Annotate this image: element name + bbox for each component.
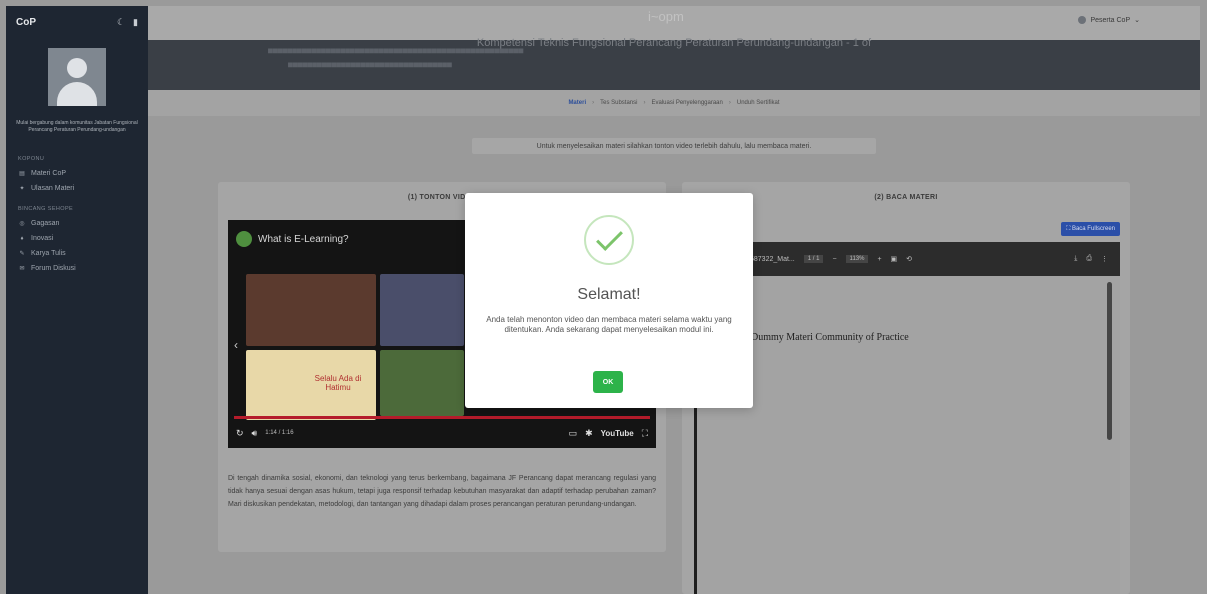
pdf-page: Dummy Materi Community of Practice — [694, 276, 1120, 594]
dialog-title: Selamat! — [577, 286, 641, 303]
module-banner: Kompetensi Teknis Fungsional Perancang P… — [148, 37, 1200, 90]
volume-icon[interactable]: 🔊︎ — [252, 428, 258, 439]
avatar — [48, 48, 106, 106]
replay-icon[interactable]: ↻ — [236, 428, 244, 439]
youtube-logo[interactable]: YouTube — [601, 429, 634, 438]
breadcrumb: Materi › Tes Substansi › Evaluasi Penyel… — [148, 90, 1200, 116]
chevron-down-icon: ⌄ — [1134, 17, 1140, 24]
rotate-icon[interactable]: ⟲ — [906, 255, 912, 263]
user-name: Peserta CoP — [1090, 16, 1131, 24]
sidebar: CoP ☾ ▮ Mulai bergabung dalam komunitas … — [6, 6, 148, 594]
chevron-right-icon: › — [643, 100, 646, 106]
channel-logo-icon — [236, 231, 252, 247]
download-icon[interactable]: ⤓ — [1074, 255, 1077, 263]
pdf-zoom-level[interactable]: 113% — [845, 255, 869, 263]
step-evaluasi[interactable]: Evaluasi Penyelenggaraan — [651, 100, 722, 106]
sidebar-section-title: BINCANG SEHOPE — [18, 206, 74, 212]
dialog-message: Anda telah menonton video dan membaca ma… — [486, 315, 732, 334]
zoom-out-icon[interactable]: − — [832, 256, 836, 263]
sidebar-header: CoP ☾ ▮ — [6, 6, 148, 38]
sidebar-item-materi-cop[interactable]: ▤ Materi CoP — [6, 162, 148, 177]
success-dialog: Selamat! Anda telah menonton video dan m… — [465, 193, 753, 408]
pdf-toolbar: 587322_Mat... 1 / 1 − 113% + ▣ ⟲ ⤓ ⎙ ⋮ — [694, 242, 1120, 276]
star-icon: ✦ — [19, 186, 25, 192]
step-sertifikat[interactable]: Unduh Sertifikat — [737, 100, 780, 106]
bulb-icon: ◎ — [19, 221, 25, 227]
chevron-right-icon: › — [728, 100, 731, 106]
video-thumbnail[interactable] — [246, 274, 376, 346]
settings-icon[interactable]: ✱ — [585, 428, 593, 439]
sidebar-tools: ☾ ▮ — [117, 17, 138, 28]
banner-decoration: ■■■■■■■■■■■■■■■■■■■■■■■■■■■■■■■■■■ — [288, 60, 452, 69]
moon-icon[interactable]: ☾ — [117, 17, 125, 28]
fit-page-icon[interactable]: ▣ — [891, 255, 898, 263]
video-thumbnail[interactable] — [380, 350, 464, 416]
sidebar-item-gagasan[interactable]: ◎ Gagasan — [6, 212, 148, 227]
bookmark-icon[interactable]: ▮ — [133, 17, 138, 28]
fullscreen-label: Baca Fullscreen — [1071, 226, 1115, 232]
sidebar-item-label: Ulasan Materi — [31, 185, 75, 192]
sidebar-item-label: Gagasan — [31, 220, 60, 227]
video-progress-bar[interactable] — [234, 416, 650, 419]
captions-icon[interactable]: ▭ — [569, 428, 578, 439]
pdf-content: Dummy Materi Community of Practice — [751, 332, 909, 343]
info-alert: Untuk menyelesaikan materi silahkan tont… — [472, 138, 876, 154]
sidebar-item-label: Forum Diskusi — [31, 265, 76, 272]
user-menu[interactable]: Peserta CoP ⌄ — [1078, 16, 1140, 24]
pdf-filename: 587322_Mat... — [750, 255, 795, 263]
sidebar-item-inovasi[interactable]: ♦ Inovasi — [6, 227, 148, 242]
print-icon[interactable]: ⎙ — [1086, 255, 1092, 263]
sidebar-item-label: Inovasi — [31, 235, 54, 242]
rocket-icon: ♦ — [20, 235, 24, 242]
video-controls: ↻ 🔊︎ 1:14 / 1:16 ▭ ✱ YouTube ⛶ — [236, 426, 648, 440]
brand-logo[interactable]: CoP — [16, 17, 36, 28]
zoom-in-icon[interactable]: + — [877, 256, 881, 263]
video-title[interactable]: What is E-Learning? — [258, 234, 349, 245]
chevron-right-icon: › — [592, 100, 595, 106]
top-bar: i~opm Peserta CoP ⌄ — [148, 6, 1200, 40]
sidebar-caption: Mulai bergabung dalam komunitas Jabatan … — [16, 120, 138, 133]
sidebar-item-label: Materi CoP — [31, 170, 67, 177]
ok-button[interactable]: OK — [593, 371, 623, 393]
pdf-page-input[interactable]: 1 / 1 — [803, 255, 824, 263]
avatar-wrap — [6, 48, 148, 106]
pen-icon: ✎ — [19, 251, 25, 257]
more-options-icon[interactable]: ⋮ — [1101, 255, 1108, 263]
sidebar-item-label: Karya Tulis — [31, 250, 66, 257]
step-tes-substansi[interactable]: Tes Substansi — [600, 100, 637, 106]
banner-decoration: ■■■■■■■■■■■■■■■■■■■■■■■■■■■■■■■■■■■■■■■■… — [268, 46, 524, 55]
sidebar-item-ulasan-materi[interactable]: ✦ Ulasan Materi — [6, 177, 148, 192]
step-materi[interactable]: Materi — [568, 100, 586, 106]
fullscreen-icon[interactable]: ⛶ — [642, 428, 648, 439]
chevron-left-icon[interactable]: ‹ — [234, 338, 238, 352]
sidebar-section-title: KOPONU — [18, 156, 45, 162]
thumbnail-caption: Selalu Ada di Hatimu — [314, 374, 362, 392]
faded-title: i~opm — [648, 9, 684, 24]
pdf-scrollbar[interactable] — [1107, 282, 1112, 440]
sidebar-item-karya-tulis[interactable]: ✎ Karya Tulis — [6, 242, 148, 257]
video-thumbnail[interactable] — [380, 274, 464, 346]
video-thumbnail[interactable]: Selalu Ada di Hatimu — [246, 350, 376, 420]
checkmark-icon — [584, 215, 634, 265]
fullscreen-button[interactable]: ⛶ Baca Fullscreen — [1061, 222, 1120, 236]
book-icon: ▤ — [19, 171, 25, 177]
video-description: Di tengah dinamika sosial, ekonomi, dan … — [228, 475, 656, 508]
user-icon — [1078, 16, 1087, 24]
sidebar-item-forum-diskusi[interactable]: ✉ Forum Diskusi — [6, 257, 148, 272]
video-time: 1:14 / 1:16 — [265, 430, 294, 436]
chat-icon: ✉ — [19, 266, 25, 272]
